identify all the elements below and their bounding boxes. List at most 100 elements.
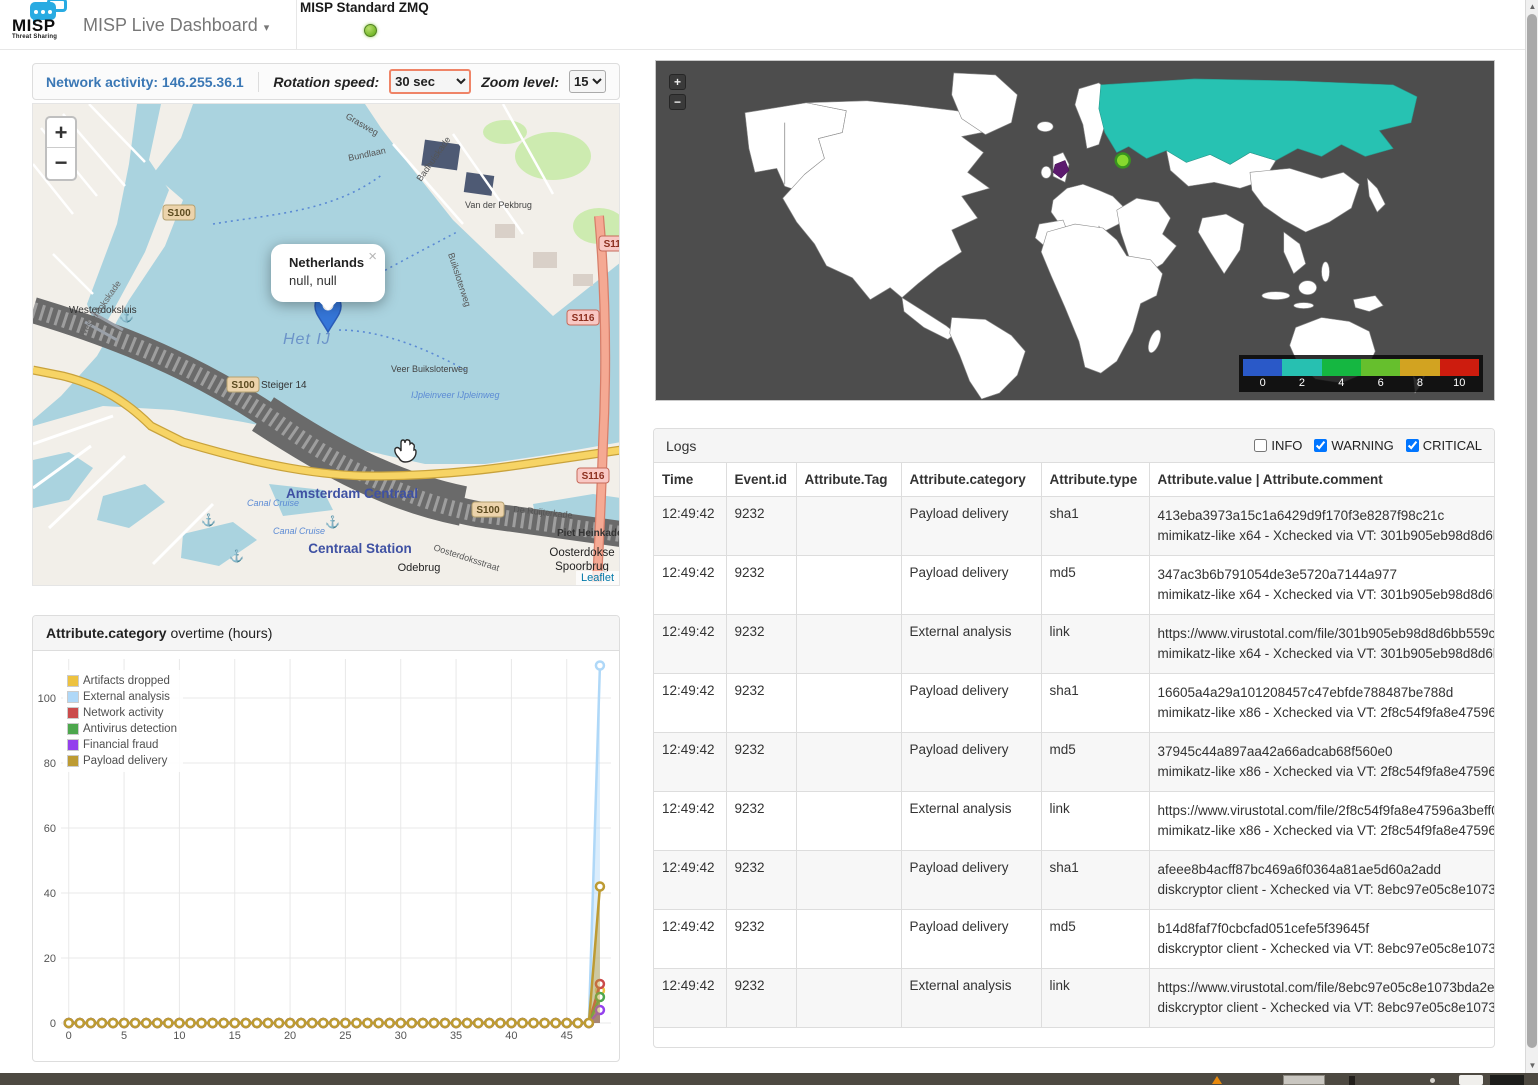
map-zoom-out-button[interactable]: − [47, 148, 75, 178]
log-tag [796, 910, 901, 969]
map-zoom-control: + − [45, 116, 77, 181]
zoom-level-select[interactable]: 15 [569, 70, 606, 93]
island-java [1294, 303, 1314, 309]
legend-item: Network activity [67, 705, 177, 721]
series-point [120, 1019, 128, 1027]
region-east-asia [1250, 168, 1359, 232]
log-category: Payload delivery [901, 851, 1041, 910]
country-japan [1367, 178, 1385, 212]
filter-critical[interactable]: CRITICAL [1406, 438, 1482, 453]
log-value-comment: 347ac3b6b791054de3e5720a7144a977mimikatz… [1149, 556, 1494, 615]
y-tick-label: 60 [44, 823, 56, 835]
x-tick-label: 15 [229, 1030, 241, 1042]
logs-panel: Logs INFOWARNINGCRITICAL Time Event.id A… [653, 428, 1495, 1048]
column-header-attribute-value: Attribute.value | Attribute.comment [1149, 463, 1494, 497]
label-ijplein: IJpleinveer IJpleinweg [411, 390, 500, 400]
log-event-id: 9232 [726, 969, 796, 1028]
country-ireland [1041, 166, 1051, 178]
log-type: link [1041, 969, 1149, 1028]
series-point [352, 1019, 360, 1027]
log-row: 12:49:429232Payload deliverymd537945c44a… [654, 733, 1494, 792]
series-point [131, 1019, 139, 1027]
misp-logo[interactable]: MISP Threat Sharing [12, 0, 82, 50]
series-point [596, 662, 604, 670]
popup-body: null, null [289, 273, 385, 288]
series-point [341, 1019, 349, 1027]
logs-panel-header: Logs INFO WARNING CRITICAL [654, 429, 1494, 463]
network-activity-link[interactable]: Network activity: 146.255.36.1 [46, 74, 244, 90]
log-comment: diskcryptor client - Xchecked via VT: 8e… [1158, 998, 1487, 1018]
scrollbar-thumb[interactable] [1527, 14, 1537, 1048]
filter-checkbox-info[interactable] [1254, 439, 1267, 452]
map-zoom-in-button[interactable]: + [47, 118, 75, 148]
taskbar-item-4[interactable] [1459, 1075, 1483, 1085]
scrollbar-down-arrow[interactable]: ▼ [1526, 1059, 1538, 1073]
series-point [275, 1019, 283, 1027]
world-map-zoom-control: + − [669, 74, 686, 114]
filter-label: INFO [1271, 438, 1302, 453]
log-type: md5 [1041, 910, 1149, 969]
filter-checkbox-warning[interactable] [1314, 439, 1327, 452]
legend-color-box [67, 739, 79, 751]
country-philippines [1322, 262, 1330, 282]
chart-canvas-area: 051015202530354045020406080100 Artifacts… [33, 651, 619, 1061]
series-point [408, 1019, 416, 1027]
page-scrollbar[interactable]: ▲ ▼ [1525, 0, 1538, 1073]
colorscale-tick: 4 [1322, 376, 1361, 390]
badge-s116-3: S116 [582, 471, 605, 482]
leaflet-street-map[interactable]: ⚓⚓⚓⚓ Het IJ Westerdoksluis Westerdokskad… [32, 103, 620, 586]
series-point [330, 1019, 338, 1027]
y-tick-label: 100 [38, 693, 56, 705]
svg-text:⚓: ⚓ [201, 513, 216, 527]
x-tick-label: 25 [339, 1030, 351, 1042]
series-point [209, 1019, 217, 1027]
scrollbar-up-arrow[interactable]: ▲ [1526, 0, 1538, 14]
series-point [552, 1019, 560, 1027]
legend-color-box [67, 675, 79, 687]
filter-label: CRITICAL [1423, 438, 1482, 453]
dashboard-menu-dropdown[interactable]: MISP Live Dashboard▾ [83, 0, 269, 50]
filter-warning[interactable]: WARNING [1314, 438, 1393, 453]
series-area [69, 887, 600, 1024]
close-icon[interactable]: × [368, 249, 377, 264]
taskbar-item-2[interactable] [1349, 1076, 1355, 1085]
country-south-america [950, 317, 1026, 399]
log-type: md5 [1041, 733, 1149, 792]
series-point [308, 1019, 316, 1027]
brand-tagline: Threat Sharing [12, 34, 57, 40]
legend-color-box [67, 691, 79, 703]
taskbar-item-5[interactable] [1490, 1075, 1524, 1085]
taskbar-item[interactable] [1283, 1075, 1325, 1085]
series-point [364, 1019, 372, 1027]
label-pietheinkade: Piet Heinkade [557, 528, 620, 539]
log-category: Payload delivery [901, 733, 1041, 792]
desktop-taskbar[interactable] [0, 1073, 1538, 1085]
world-threat-map[interactable]: + − 0246810 [655, 60, 1495, 401]
world-zoom-in-button[interactable]: + [669, 74, 686, 90]
colorscale-tick: 6 [1361, 376, 1400, 390]
logs-title: Logs [666, 438, 696, 454]
label-amsterdam-centraal: Amsterdam Centraal [286, 486, 418, 501]
filter-checkbox-critical[interactable] [1406, 439, 1419, 452]
leaflet-link[interactable]: Leaflet [581, 572, 614, 584]
series-point [98, 1019, 106, 1027]
column-header-time: Time [654, 463, 726, 497]
series-point [441, 1019, 449, 1027]
legend-label: Financial fraud [83, 739, 158, 751]
x-tick-label: 30 [395, 1030, 407, 1042]
log-row: 12:49:429232Payload deliverysha1afeee8b4… [654, 851, 1494, 910]
log-value: b14d8faf7f0cbcfad051cefe5f39645f [1158, 919, 1487, 939]
log-row: 12:49:429232External analysislinkhttps:/… [654, 615, 1494, 674]
legend-item: External analysis [67, 689, 177, 705]
log-comment: diskcryptor client - Xchecked via VT: 8e… [1158, 880, 1487, 900]
rotation-speed-select[interactable]: 30 sec [389, 69, 471, 94]
log-row: 12:49:429232External analysislinkhttps:/… [654, 792, 1494, 851]
filter-info[interactable]: INFO [1254, 438, 1302, 453]
series-point [186, 1019, 194, 1027]
log-comment: mimikatz-like x64 - Xchecked via VT: 301… [1158, 585, 1487, 605]
filter-label: WARNING [1331, 438, 1393, 453]
world-zoom-out-button[interactable]: − [669, 94, 686, 110]
log-type: link [1041, 615, 1149, 674]
series-point [198, 1019, 206, 1027]
island-borneo [1299, 281, 1317, 295]
